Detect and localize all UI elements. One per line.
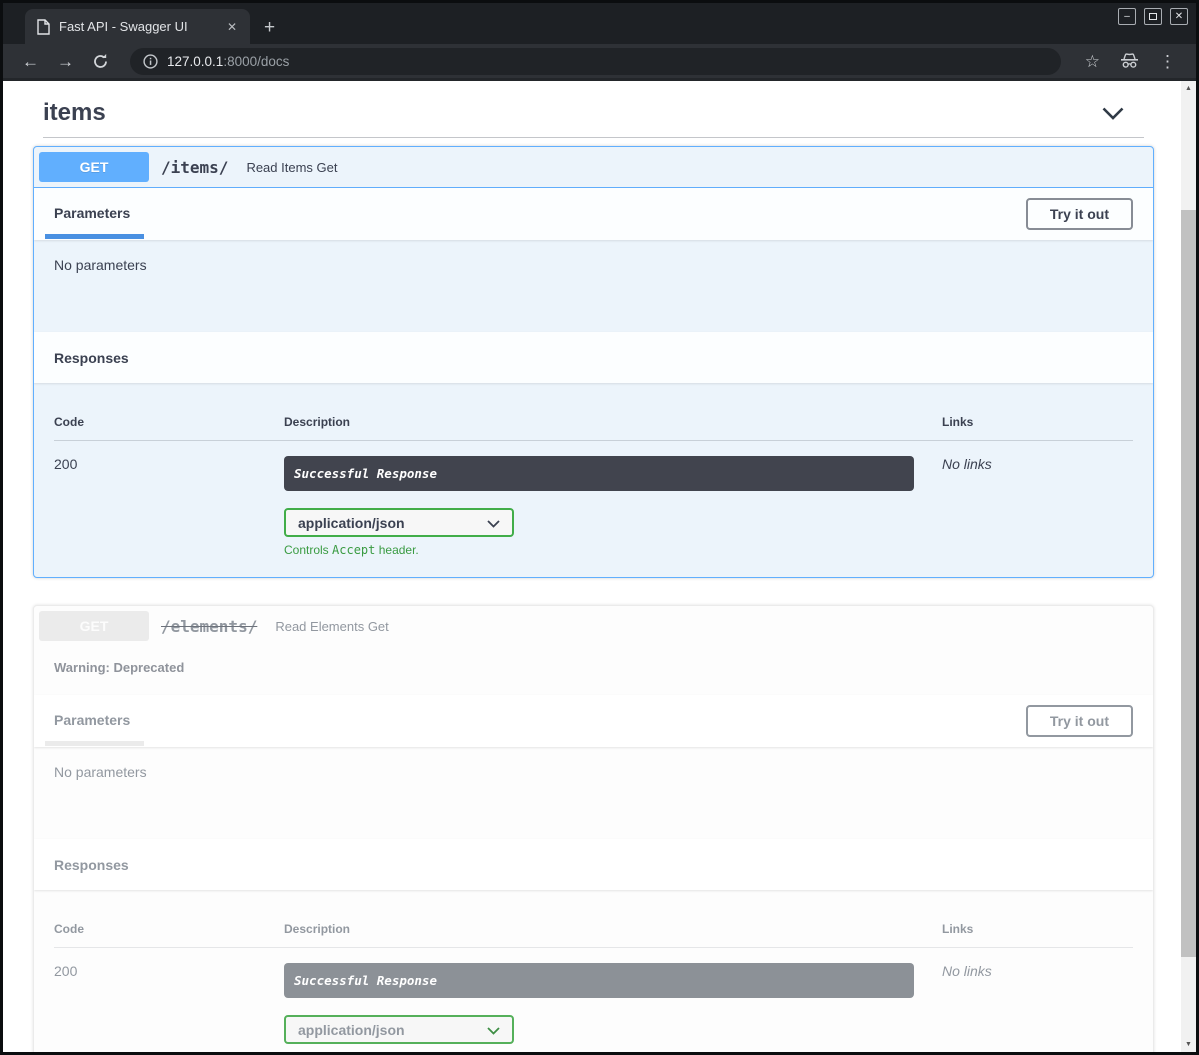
parameters-title: Parameters bbox=[54, 205, 130, 221]
response-row: 200 Successful Response application/json… bbox=[54, 441, 1133, 557]
method-badge: GET bbox=[39, 611, 149, 641]
operation-description: Read Elements Get bbox=[275, 619, 388, 634]
operation-path: /elements/ bbox=[161, 617, 257, 636]
maximize-icon bbox=[1149, 13, 1157, 20]
swagger-ui: items GET /items/ Read Items Get Paramet… bbox=[3, 81, 1181, 1052]
accept-header-note: Controls Accept header. bbox=[284, 1050, 942, 1052]
no-links-text: No links bbox=[942, 963, 992, 979]
response-description-cell: Successful Response application/json Con… bbox=[284, 963, 942, 1052]
tag-title: items bbox=[43, 99, 106, 127]
browser-tab[interactable]: Fast API - Swagger UI ✕ bbox=[25, 9, 250, 44]
scrollbar-thumb[interactable] bbox=[1181, 210, 1196, 957]
browser-toolbar: ← → 127.0.0.1:8000/docs ☆ ⋮ bbox=[3, 44, 1196, 81]
tab-strip: Fast API - Swagger UI ✕ + – ✕ bbox=[3, 3, 1196, 44]
deprecated-warning: Warning: Deprecated bbox=[34, 646, 1153, 695]
no-links-text: No links bbox=[942, 456, 992, 472]
parameters-header: Parameters Try it out bbox=[34, 695, 1153, 747]
select-chevron-icon bbox=[487, 1022, 500, 1038]
incognito-icon bbox=[1110, 53, 1149, 69]
media-type-value: application/json bbox=[298, 1022, 405, 1038]
response-description-cell: Successful Response application/json Con… bbox=[284, 456, 942, 557]
parameters-title: Parameters bbox=[54, 712, 130, 728]
browser-window: Fast API - Swagger UI ✕ + – ✕ ← → 127.0.… bbox=[0, 0, 1199, 1055]
active-tab-underline bbox=[45, 234, 144, 239]
tag-section-header[interactable]: items bbox=[43, 89, 1144, 138]
active-tab-underline bbox=[45, 741, 144, 746]
bookmark-star-icon[interactable]: ☆ bbox=[1075, 53, 1110, 70]
try-it-out-button[interactable]: Try it out bbox=[1026, 198, 1133, 230]
address-bar[interactable]: 127.0.0.1:8000/docs bbox=[130, 48, 1061, 75]
responses-title: Responses bbox=[54, 857, 129, 873]
responses-header: Responses bbox=[34, 332, 1153, 383]
parameters-header: Parameters Try it out bbox=[34, 188, 1153, 240]
accept-code-text: Accept bbox=[332, 1050, 375, 1052]
url-path: :8000/docs bbox=[223, 54, 289, 69]
response-description-box: Successful Response bbox=[284, 456, 914, 491]
page-icon bbox=[36, 19, 50, 35]
media-type-select[interactable]: application/json bbox=[284, 508, 514, 537]
url-text: 127.0.0.1:8000/docs bbox=[167, 54, 289, 69]
column-links: Links bbox=[942, 922, 1133, 936]
parameters-tab: Parameters bbox=[54, 188, 140, 240]
vertical-scrollbar[interactable]: ▲ ▼ bbox=[1181, 81, 1196, 1052]
reload-icon[interactable] bbox=[83, 53, 118, 70]
operation-summary[interactable]: GET /items/ Read Items Get bbox=[34, 147, 1153, 188]
operation-summary[interactable]: GET /elements/ Read Elements Get bbox=[34, 606, 1153, 646]
responses-header: Responses bbox=[34, 839, 1153, 890]
column-links: Links bbox=[942, 415, 1133, 429]
scroll-up-icon[interactable]: ▲ bbox=[1181, 81, 1196, 96]
response-row: 200 Successful Response application/json… bbox=[54, 948, 1133, 1052]
media-type-select[interactable]: application/json bbox=[284, 1015, 514, 1044]
operation-description: Read Items Get bbox=[246, 160, 337, 175]
accept-code-text: Accept bbox=[332, 543, 375, 557]
tab-title: Fast API - Swagger UI bbox=[59, 19, 222, 34]
responses-table-header: Code Description Links bbox=[54, 922, 1133, 948]
responses-body: Code Description Links 200 Successful Re… bbox=[34, 383, 1153, 577]
minimize-button[interactable]: – bbox=[1118, 8, 1136, 25]
responses-table-header: Code Description Links bbox=[54, 415, 1133, 441]
forward-icon[interactable]: → bbox=[48, 53, 83, 70]
column-code: Code bbox=[54, 415, 284, 429]
window-controls: – ✕ bbox=[1118, 8, 1188, 25]
no-parameters-text: No parameters bbox=[54, 257, 147, 273]
operation-get-elements-deprecated: GET /elements/ Read Elements Get Warning… bbox=[33, 605, 1154, 1052]
tab-close-icon[interactable]: ✕ bbox=[222, 18, 242, 36]
close-icon: ✕ bbox=[1175, 12, 1183, 22]
responses-title: Responses bbox=[54, 350, 129, 366]
operation-get-items: GET /items/ Read Items Get Parameters Tr… bbox=[33, 146, 1154, 578]
back-icon[interactable]: ← bbox=[13, 53, 48, 70]
parameters-body: No parameters bbox=[34, 240, 1153, 332]
new-tab-button[interactable]: + bbox=[264, 18, 275, 37]
column-description: Description bbox=[284, 922, 942, 936]
no-parameters-text: No parameters bbox=[54, 764, 147, 780]
method-badge: GET bbox=[39, 152, 149, 182]
parameters-tab: Parameters bbox=[54, 695, 140, 747]
media-type-value: application/json bbox=[298, 515, 405, 531]
close-button[interactable]: ✕ bbox=[1170, 8, 1188, 25]
url-host: 127.0.0.1 bbox=[167, 54, 223, 69]
try-it-out-button[interactable]: Try it out bbox=[1026, 705, 1133, 737]
browser-menu-icon[interactable]: ⋮ bbox=[1149, 53, 1186, 70]
maximize-button[interactable] bbox=[1144, 8, 1162, 25]
scroll-down-icon[interactable]: ▼ bbox=[1181, 1037, 1196, 1052]
response-links-cell: No links bbox=[942, 456, 1133, 557]
response-links-cell: No links bbox=[942, 963, 1133, 1052]
site-info-icon[interactable] bbox=[143, 54, 158, 69]
accept-header-note: Controls Accept header. bbox=[284, 543, 942, 557]
column-description: Description bbox=[284, 415, 942, 429]
page-viewport: items GET /items/ Read Items Get Paramet… bbox=[3, 81, 1196, 1052]
response-code: 200 bbox=[54, 456, 284, 557]
minimize-icon: – bbox=[1124, 12, 1130, 22]
parameters-body: No parameters bbox=[34, 747, 1153, 839]
response-description-box: Successful Response bbox=[284, 963, 914, 998]
response-code: 200 bbox=[54, 963, 284, 1052]
responses-body: Code Description Links 200 Successful Re… bbox=[34, 890, 1153, 1052]
select-chevron-icon bbox=[487, 515, 500, 531]
operation-path: /items/ bbox=[161, 158, 228, 177]
collapse-chevron-icon[interactable] bbox=[1102, 107, 1124, 120]
column-code: Code bbox=[54, 922, 284, 936]
